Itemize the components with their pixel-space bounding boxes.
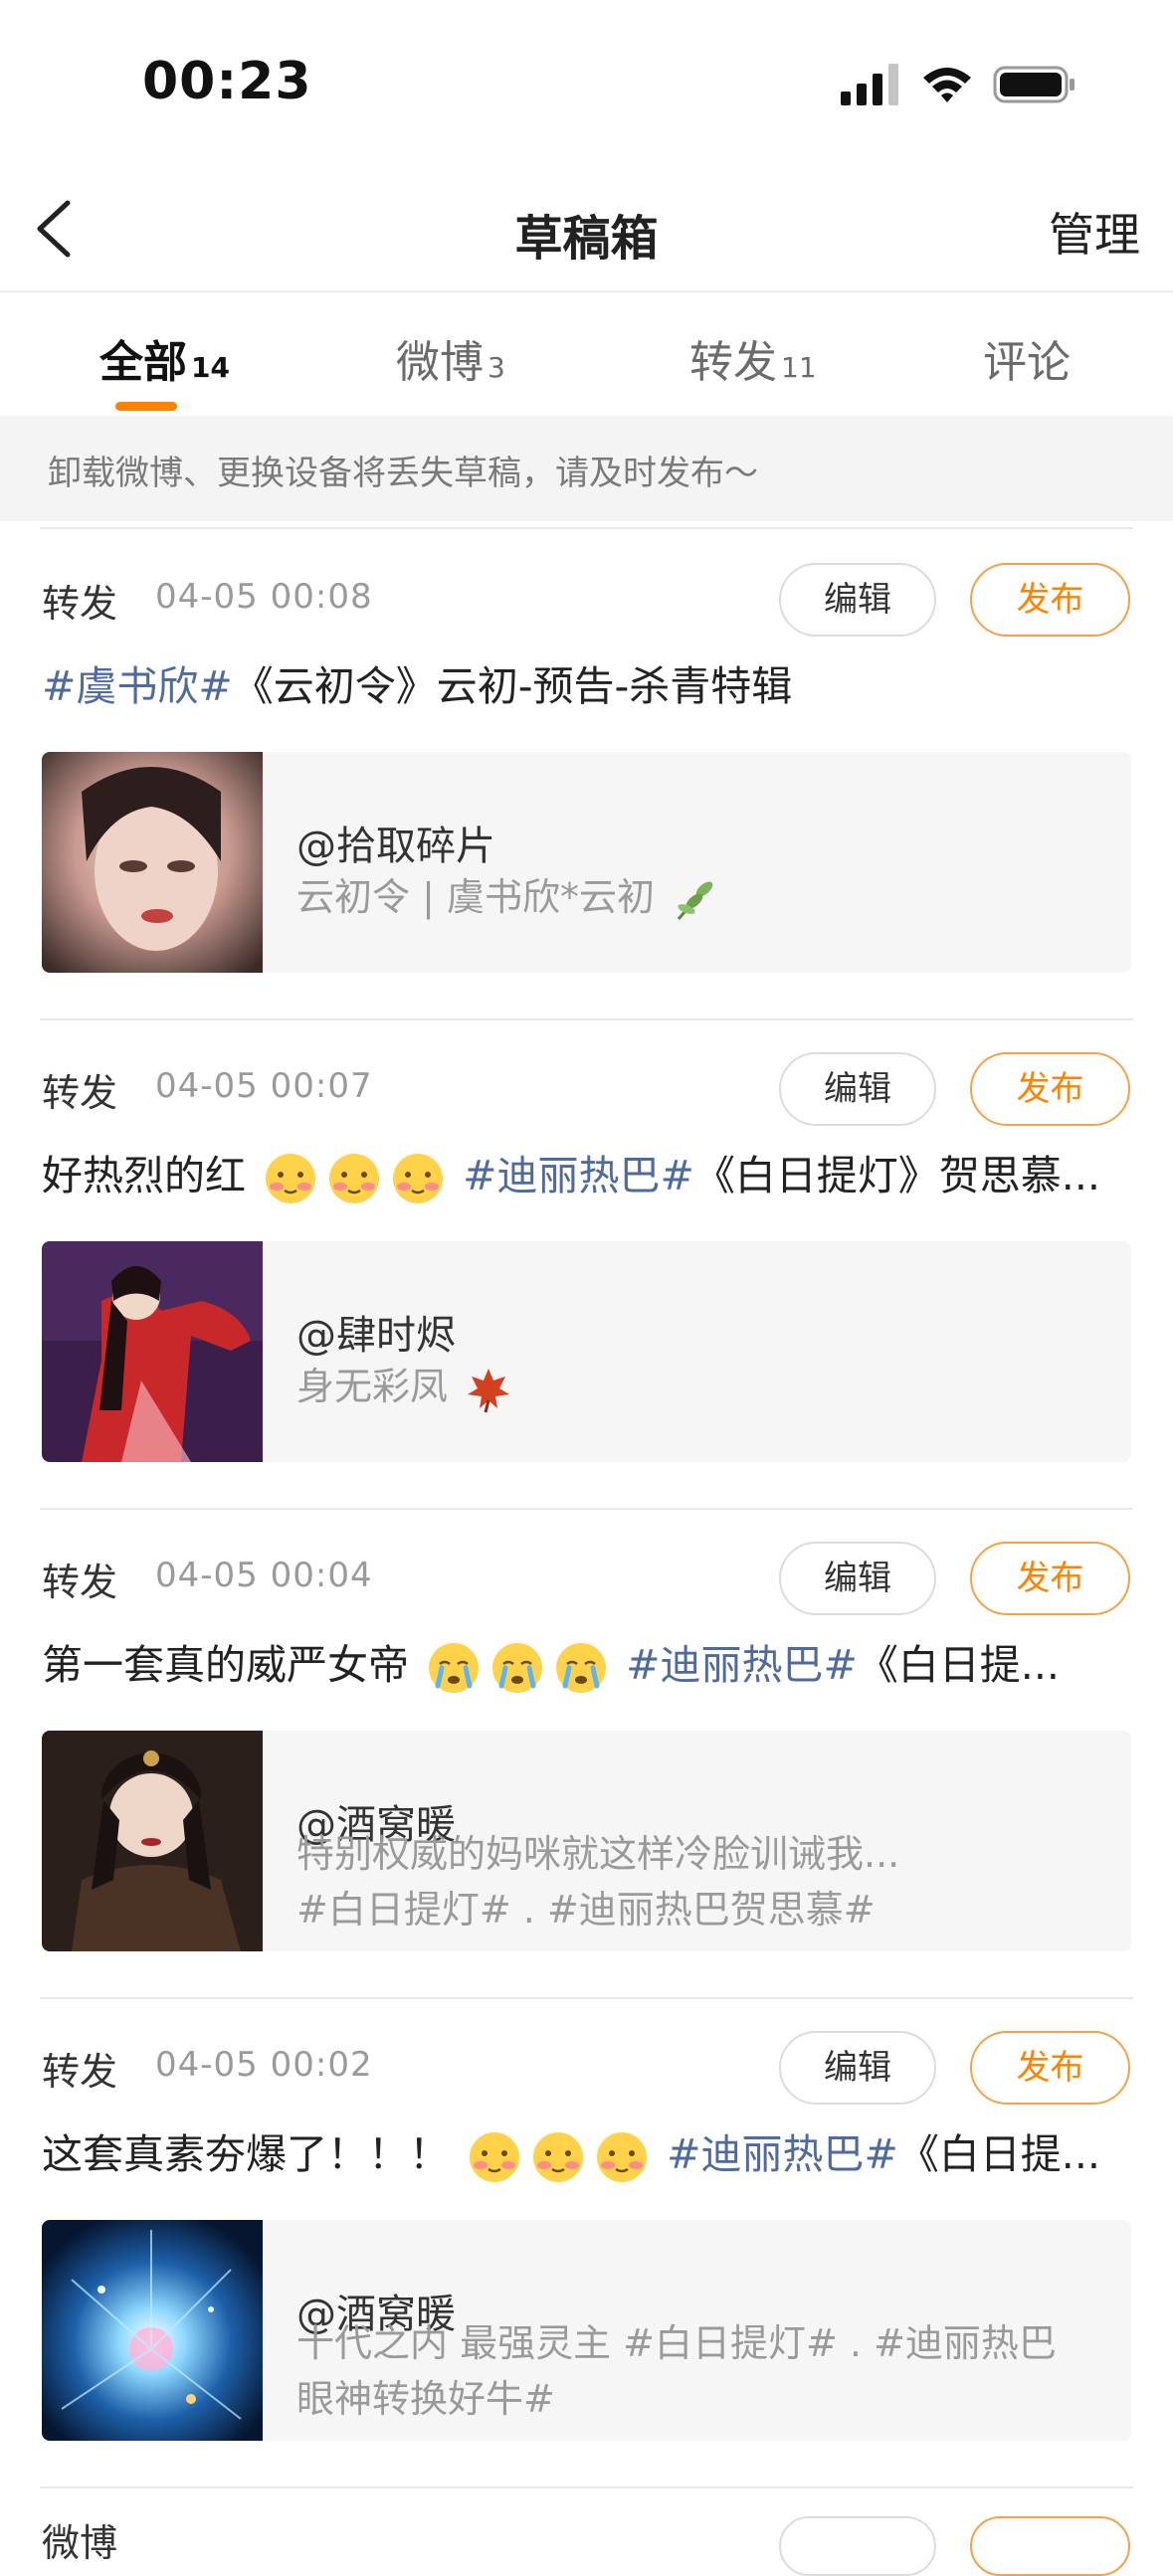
tab-all-label: 全部 xyxy=(99,337,187,388)
publish-button[interactable]: 发布 xyxy=(970,1052,1130,1126)
divider xyxy=(40,527,1133,529)
repost-card[interactable]: @拾取碎片 云初令 | 虞书欣*云初 xyxy=(42,752,1131,973)
draft-item[interactable]: 转发 04-05 00:02 编辑 发布 这套真素夯爆了！！！ #迪丽热巴#《白… xyxy=(0,1999,1173,2488)
blush-emoji-icon xyxy=(329,1154,380,1203)
tab-repost-count: 11 xyxy=(781,351,817,384)
card-description: 特别权威的妈咪就这样冷脸训诫我... #白日提灯# . #迪丽热巴贺思慕# xyxy=(296,1826,1112,1937)
page-title: 草稿箱 xyxy=(514,211,659,267)
draft-text: 第一套真的威严女帝 #迪丽热巴#《白日提... xyxy=(42,1631,1136,1696)
blush-emoji-icon xyxy=(533,2132,584,2182)
tab-all[interactable]: 全部 14 xyxy=(99,326,230,390)
draft-type: 转发 xyxy=(42,2050,118,2094)
card-description-line: 眼神转换好牛# xyxy=(296,2377,555,2421)
repost-card[interactable]: @酒窝暖 特别权威的妈咪就这样冷脸训诫我... #白日提灯# . #迪丽热巴贺思… xyxy=(42,1731,1131,1951)
edit-button[interactable] xyxy=(779,2516,936,2576)
blush-emoji-icon xyxy=(266,1154,316,1203)
battery-icon xyxy=(993,66,1075,103)
blush-emoji-icon xyxy=(470,2132,520,2182)
active-tab-indicator xyxy=(115,402,177,411)
thumbnail-image xyxy=(42,752,263,973)
publish-button[interactable]: 发布 xyxy=(970,1542,1130,1615)
card-description-line: #白日提灯# . #迪丽热巴贺思慕# xyxy=(296,1888,876,1932)
draft-text-pre: 好热烈的红 xyxy=(42,1152,246,1199)
publish-button[interactable]: 发布 xyxy=(970,2031,1130,2105)
tab-all-count: 14 xyxy=(191,351,230,384)
card-description-text: 身无彩凤 xyxy=(296,1365,449,1408)
draft-type: 转发 xyxy=(42,582,118,626)
tab-weibo-label: 微博 xyxy=(396,337,484,388)
edit-button[interactable]: 编辑 xyxy=(779,1052,936,1126)
draft-item[interactable]: 转发 04-05 00:08 编辑 发布 #虞书欣#《云初令》云初-预告-杀青特… xyxy=(0,531,1173,1020)
draft-time: 04-05 00:02 xyxy=(155,2045,373,2085)
tab-comment[interactable]: 评论 xyxy=(983,326,1071,390)
hashtag[interactable]: #迪丽热巴# xyxy=(667,2130,898,2178)
edit-button[interactable]: 编辑 xyxy=(779,1542,936,1615)
card-description-line: 十代之内 最强灵主 #白日提灯# . #迪丽热巴 xyxy=(296,2321,1057,2365)
status-bar: 00:23 xyxy=(0,0,1173,159)
draft-text: 这套真素夯爆了！！！ #迪丽热巴#《白日提... xyxy=(42,2120,1136,2185)
tab-bar: 全部 14 微博 3 转发 11 评论 xyxy=(0,292,1173,414)
publish-button[interactable] xyxy=(970,2516,1130,2576)
repost-card[interactable]: @肆时烬 身无彩凤 xyxy=(42,1241,1131,1462)
navigation-bar: 草稿箱 管理 xyxy=(0,169,1173,288)
thumbnail-image xyxy=(42,1241,263,1462)
draft-text-rest: 《白日提... xyxy=(897,2130,1100,2178)
draft-type: 转发 xyxy=(42,1071,118,1115)
tab-weibo[interactable]: 微博 3 xyxy=(396,326,505,390)
draft-text-pre: 这套真素夯爆了！！！ xyxy=(42,2130,450,2178)
draft-type: 转发 xyxy=(42,1561,118,1604)
card-description: 身无彩凤 xyxy=(296,1359,1112,1414)
draft-time: 04-05 00:04 xyxy=(155,1556,373,1595)
crying-emoji-icon xyxy=(429,1643,480,1693)
repost-card[interactable]: @酒窝暖 十代之内 最强灵主 #白日提灯# . #迪丽热巴 眼神转换好牛# xyxy=(42,2220,1131,2441)
draft-type: 微博 xyxy=(42,2521,118,2565)
draft-text: #虞书欣#《云初令》云初-预告-杀青特辑 xyxy=(42,652,1136,712)
tab-comment-label: 评论 xyxy=(983,337,1071,388)
blush-emoji-icon xyxy=(393,1154,444,1203)
publish-button[interactable]: 发布 xyxy=(970,563,1130,637)
hashtag[interactable]: #迪丽热巴# xyxy=(626,1641,858,1689)
crying-emoji-icon xyxy=(492,1643,543,1693)
draft-text-pre: 第一套真的威严女帝 xyxy=(42,1641,409,1689)
crying-emoji-icon xyxy=(556,1643,607,1693)
hashtag[interactable]: #虞书欣# xyxy=(42,662,233,710)
wifi-icon xyxy=(923,68,971,102)
edit-button[interactable]: 编辑 xyxy=(779,563,936,637)
card-description-line: 特别权威的妈咪就这样冷脸训诫我... xyxy=(296,1832,900,1876)
edit-button[interactable]: 编辑 xyxy=(779,2031,936,2105)
card-description: 十代之内 最强灵主 #白日提灯# . #迪丽热巴 眼神转换好牛# xyxy=(296,2315,1112,2427)
draft-time: 04-05 00:08 xyxy=(155,577,373,617)
card-username: @肆时烬 xyxy=(296,1313,456,1359)
draft-text-rest: 《白日提... xyxy=(857,1641,1060,1689)
tab-weibo-count: 3 xyxy=(488,351,505,384)
card-username: @拾取碎片 xyxy=(296,824,495,869)
blush-emoji-icon xyxy=(597,2132,648,2182)
tab-repost[interactable]: 转发 11 xyxy=(689,326,817,390)
cellular-signal-icon xyxy=(841,64,898,105)
maple-leaf-emoji-icon xyxy=(468,1368,510,1412)
leaf-emoji-icon xyxy=(677,881,713,920)
draft-item[interactable]: 转发 04-05 00:04 编辑 发布 第一套真的威严女帝 #迪丽热巴#《白日… xyxy=(0,1510,1173,1999)
draft-text: 好热烈的红 #迪丽热巴#《白日提灯》贺思慕... xyxy=(42,1142,1136,1206)
draft-text-rest: 《云初令》云初-预告-杀青特辑 xyxy=(232,662,793,710)
card-description: 云初令 | 虞书欣*云初 xyxy=(296,869,1112,925)
divider xyxy=(40,2486,1133,2488)
tab-repost-label: 转发 xyxy=(689,337,777,388)
thumbnail-image xyxy=(42,1731,263,1951)
card-description-text: 云初令 | 虞书欣*云初 xyxy=(296,875,655,919)
status-time: 00:23 xyxy=(142,52,312,111)
thumbnail-image xyxy=(42,2220,263,2441)
draft-text-rest: 《白日提灯》贺思慕... xyxy=(693,1152,1100,1199)
manage-button[interactable]: 管理 xyxy=(1049,199,1140,265)
hashtag[interactable]: #迪丽热巴# xyxy=(463,1152,694,1199)
draft-item[interactable]: 转发 04-05 00:07 编辑 发布 好热烈的红 #迪丽热巴#《白日提灯》贺… xyxy=(0,1020,1173,1510)
notice-banner: 卸载微博、更换设备将丢失草稿，请及时发布～ xyxy=(0,416,1173,521)
draft-time: 04-05 00:07 xyxy=(155,1066,373,1106)
notice-text: 卸载微博、更换设备将丢失草稿，请及时发布～ xyxy=(48,454,758,493)
